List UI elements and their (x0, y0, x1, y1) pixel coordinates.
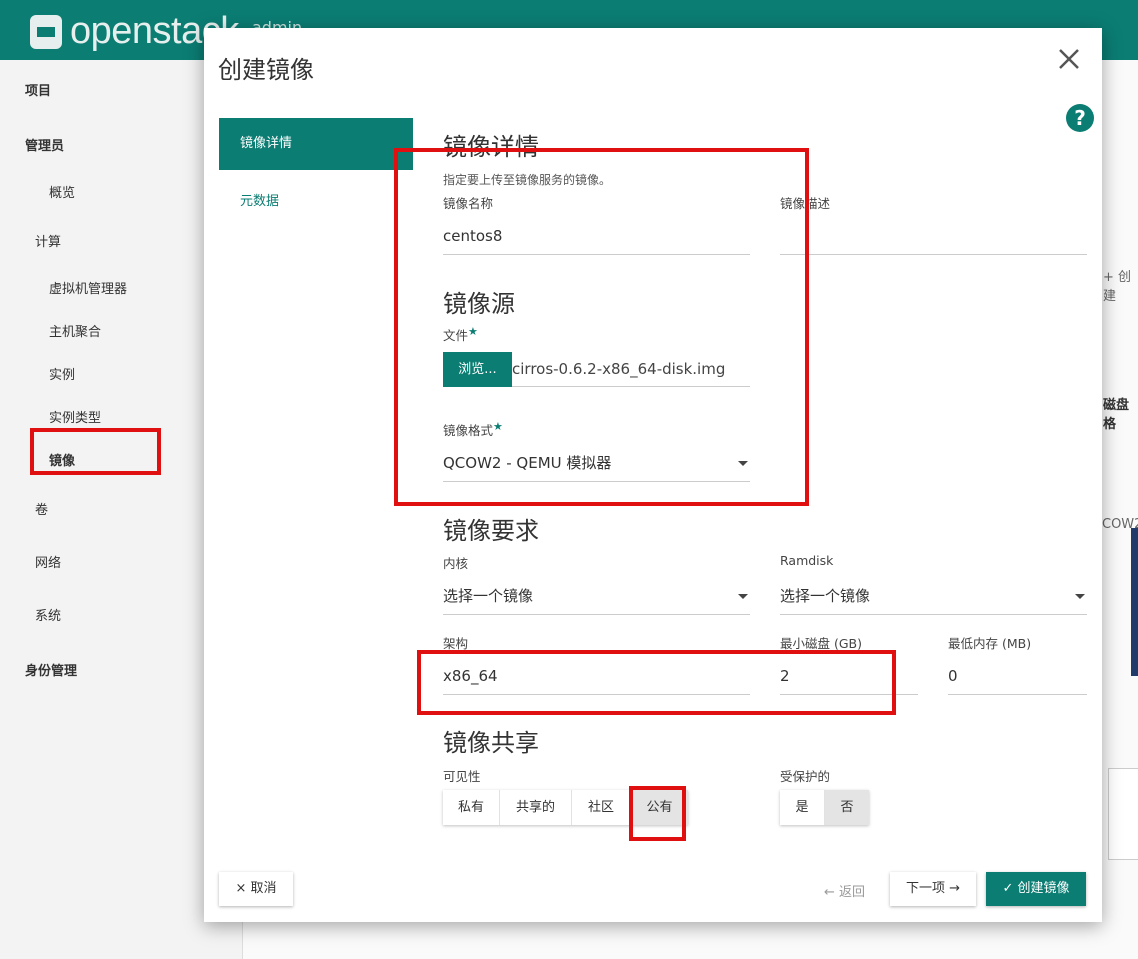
sidebar-item-overview[interactable]: 概览 (49, 182, 75, 201)
sidebar-item-admin[interactable]: 管理员 (25, 135, 64, 154)
sidebar-item-identity[interactable]: 身份管理 (25, 660, 77, 679)
ramdisk-select[interactable]: 选择一个镜像 (780, 577, 1087, 615)
back-button[interactable]: ← 返回 (824, 881, 865, 900)
chevron-down-icon (1075, 594, 1085, 599)
sidebar-item-project[interactable]: 项目 (25, 80, 51, 99)
sidebar-item-network[interactable]: 网络 (35, 552, 61, 571)
chevron-down-icon (738, 594, 748, 599)
openstack-logo-icon (30, 14, 62, 49)
background-bar (1131, 528, 1138, 676)
image-description-input[interactable] (780, 217, 1087, 255)
sidebar-item-instances[interactable]: 实例 (49, 364, 75, 383)
sidebar-item-hypervisors[interactable]: 虚拟机管理器 (49, 278, 127, 297)
protected-no-button[interactable]: 否 (825, 790, 869, 825)
visibility-shared-button[interactable]: 共享的 (500, 790, 572, 825)
close-icon[interactable] (1056, 46, 1082, 72)
visibility-label: 可见性 (443, 769, 481, 784)
protected-toggle-group: 是 否 (780, 790, 869, 825)
wizard-step-metadata[interactable]: 元数据 (240, 190, 279, 209)
kernel-value: 选择一个镜像 (443, 587, 534, 605)
sidebar-item-volumes[interactable]: 卷 (35, 499, 48, 518)
help-icon[interactable]: ? (1066, 104, 1094, 132)
protected-yes-button[interactable]: 是 (780, 790, 825, 825)
kernel-select[interactable]: 选择一个镜像 (443, 577, 750, 615)
background-thumbnail (1108, 768, 1138, 860)
sidebar-item-flavors[interactable]: 实例类型 (49, 407, 101, 426)
min-ram-label: 最低内存 (MB) (948, 636, 1032, 651)
visibility-community-button[interactable]: 社区 (572, 790, 631, 825)
ramdisk-label: Ramdisk (780, 553, 834, 568)
kernel-label: 内核 (443, 556, 469, 571)
modal-title: 创建镜像 (218, 56, 314, 84)
sharing-heading: 镜像共享 (443, 729, 539, 757)
next-button[interactable]: 下一项 → (890, 872, 976, 906)
min-ram-input[interactable]: 0 (948, 657, 1087, 695)
protected-label: 受保护的 (780, 769, 831, 784)
visibility-private-button[interactable]: 私有 (443, 790, 500, 825)
annotation-box-details-source (394, 148, 809, 506)
sidebar-item-system[interactable]: 系统 (35, 605, 61, 624)
annotation-box-requirements (417, 650, 896, 715)
requirements-heading: 镜像要求 (443, 517, 539, 545)
background-disk-format-fragment: 磁盘格 (1103, 398, 1130, 432)
ramdisk-value: 选择一个镜像 (780, 587, 871, 605)
sidebar-item-compute[interactable]: 计算 (35, 231, 61, 250)
sidebar-item-host-aggregates[interactable]: 主机聚合 (49, 321, 101, 340)
background-create-fragment: + 创建 (1103, 270, 1132, 304)
cancel-button[interactable]: × 取消 (219, 872, 293, 906)
annotation-box-public (629, 786, 686, 841)
wizard-step-details[interactable]: 镜像详情 (219, 118, 413, 170)
create-image-button[interactable]: ✓ 创建镜像 (986, 872, 1086, 906)
annotation-box-images (30, 428, 161, 475)
